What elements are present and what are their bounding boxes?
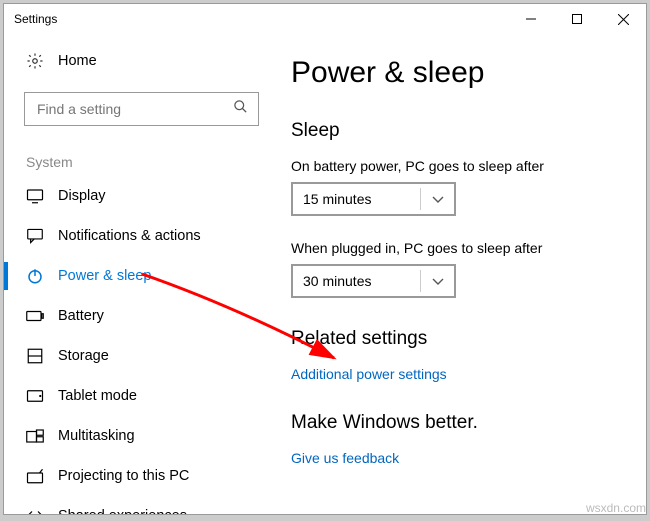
sidebar-item-label: Storage (58, 348, 109, 364)
search-field[interactable] (35, 100, 233, 118)
sidebar-item-label: Projecting to this PC (58, 468, 189, 484)
plugged-sleep-select[interactable]: 30 minutes (291, 264, 456, 298)
battery-sleep-label: On battery power, PC goes to sleep after (291, 158, 616, 174)
plugged-sleep-label: When plugged in, PC goes to sleep after (291, 240, 616, 256)
plugged-sleep-value: 30 minutes (303, 273, 371, 289)
chevron-down-icon (432, 191, 444, 207)
search-input[interactable] (24, 92, 259, 126)
sidebar-item-display[interactable]: Display (4, 176, 269, 216)
sidebar-item-label: Battery (58, 308, 104, 324)
window-body: Home System Display Notifications & (4, 34, 646, 515)
home-label: Home (58, 53, 97, 69)
sidebar-item-storage[interactable]: Storage (4, 336, 269, 376)
related-heading: Related settings (291, 328, 616, 350)
sidebar-item-notifications[interactable]: Notifications & actions (4, 216, 269, 256)
sidebar-item-label: Multitasking (58, 428, 135, 444)
sidebar-item-multitasking[interactable]: Multitasking (4, 416, 269, 456)
main-panel: Power & sleep Sleep On battery power, PC… (269, 34, 646, 515)
tablet-icon (26, 387, 44, 405)
sidebar-item-label: Notifications & actions (58, 228, 201, 244)
feedback-heading: Make Windows better. (291, 412, 616, 434)
battery-sleep-select[interactable]: 15 minutes (291, 182, 456, 216)
search-icon (233, 99, 248, 119)
watermark: wsxdn.com (586, 501, 646, 515)
window-controls (508, 4, 646, 34)
nav-group-system: System (26, 154, 269, 170)
gear-icon (26, 52, 44, 70)
battery-sleep-value: 15 minutes (303, 191, 371, 207)
projecting-icon (26, 467, 44, 485)
sidebar-item-projecting[interactable]: Projecting to this PC (4, 456, 269, 496)
multitasking-icon (26, 427, 44, 445)
sidebar-item-label: Display (58, 188, 106, 204)
power-icon (26, 267, 44, 285)
select-divider (420, 270, 421, 292)
related-settings-section: Related settings Additional power settin… (291, 328, 616, 382)
additional-power-settings-link[interactable]: Additional power settings (291, 366, 616, 382)
feedback-link[interactable]: Give us feedback (291, 450, 616, 466)
sidebar-item-label: Tablet mode (58, 388, 137, 404)
sidebar-item-label: Shared experiences (58, 508, 187, 515)
page-title: Power & sleep (291, 56, 616, 90)
sidebar-item-tablet-mode[interactable]: Tablet mode (4, 376, 269, 416)
title-bar: Settings (4, 4, 646, 34)
sidebar: Home System Display Notifications & (4, 34, 269, 515)
chat-icon (26, 227, 44, 245)
minimize-button[interactable] (508, 4, 554, 34)
sleep-heading: Sleep (291, 120, 616, 142)
battery-icon (26, 307, 44, 325)
shared-icon (26, 507, 44, 515)
window-title: Settings (14, 12, 57, 26)
feedback-section: Make Windows better. Give us feedback (291, 412, 616, 466)
display-icon (26, 187, 44, 205)
select-divider (420, 188, 421, 210)
chevron-down-icon (432, 273, 444, 289)
home-button[interactable]: Home (4, 44, 269, 78)
sidebar-item-label: Power & sleep (58, 268, 152, 284)
settings-window: Settings Home (3, 3, 647, 515)
close-button[interactable] (600, 4, 646, 34)
maximize-button[interactable] (554, 4, 600, 34)
storage-icon (26, 347, 44, 365)
sidebar-item-battery[interactable]: Battery (4, 296, 269, 336)
sidebar-item-power-sleep[interactable]: Power & sleep (4, 256, 269, 296)
sidebar-item-shared[interactable]: Shared experiences (4, 496, 269, 515)
